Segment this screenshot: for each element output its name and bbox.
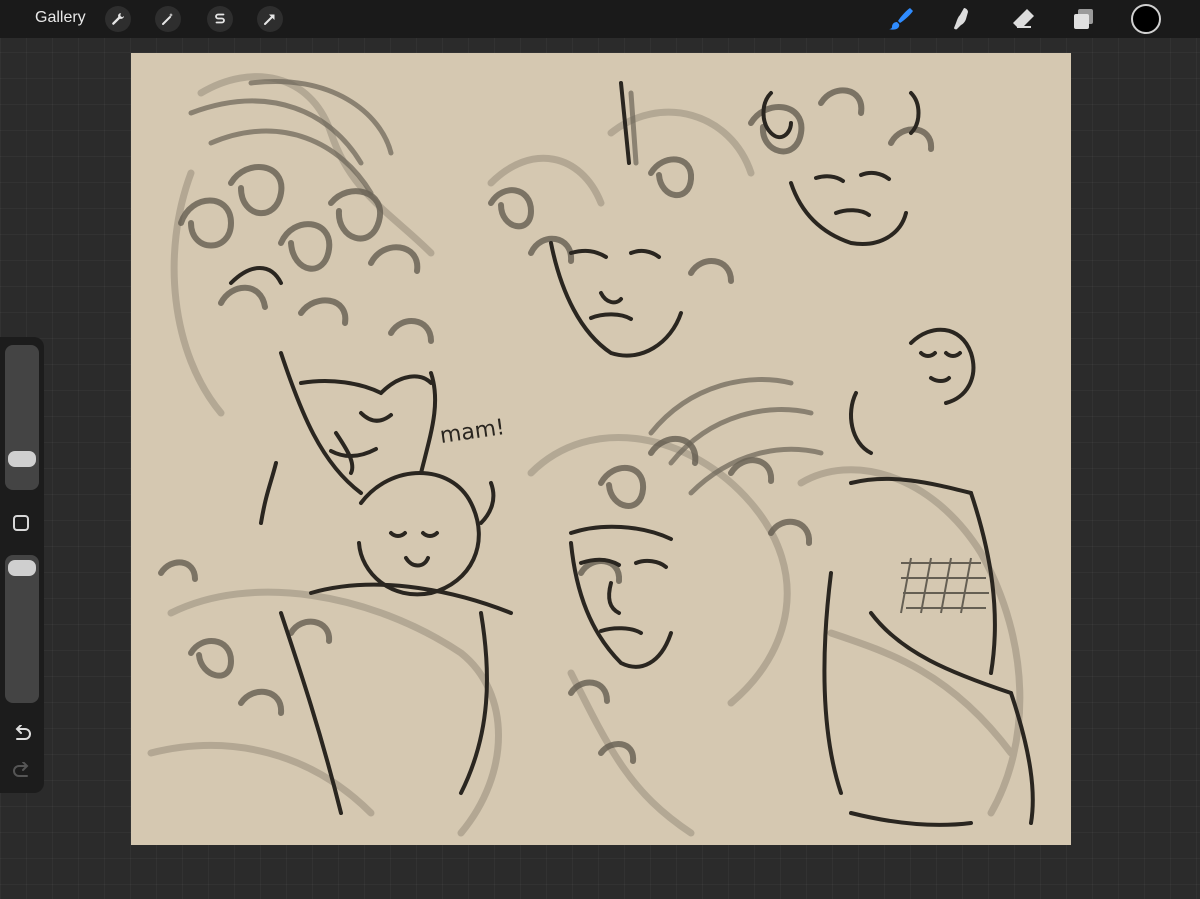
drawing-canvas[interactable]: mam! [131,53,1071,845]
opacity-handle[interactable] [8,560,36,576]
undo-icon[interactable] [12,725,32,743]
brush-size-handle[interactable] [8,451,36,467]
left-sidebar [0,337,44,793]
modify-button[interactable] [13,515,29,531]
layers-icon[interactable] [1070,5,1098,33]
smudge-icon[interactable] [947,5,975,33]
top-toolbar: Gallery [0,0,1200,38]
actions-wrench-icon[interactable] [105,6,131,32]
gallery-button[interactable]: Gallery [35,9,86,27]
transform-arrow-icon[interactable] [257,6,283,32]
brush-size-slider[interactable] [5,345,39,490]
adjustments-magic-wand-icon[interactable] [155,6,181,32]
color-picker-swatch[interactable] [1131,4,1161,34]
selection-s-icon[interactable] [207,6,233,32]
sketch-artwork: mam! [147,73,1035,837]
opacity-slider[interactable] [5,555,39,703]
redo-icon[interactable] [12,762,32,780]
canvas-annotation: mam! [438,415,506,449]
brush-icon[interactable] [886,5,914,33]
eraser-icon[interactable] [1009,5,1037,33]
